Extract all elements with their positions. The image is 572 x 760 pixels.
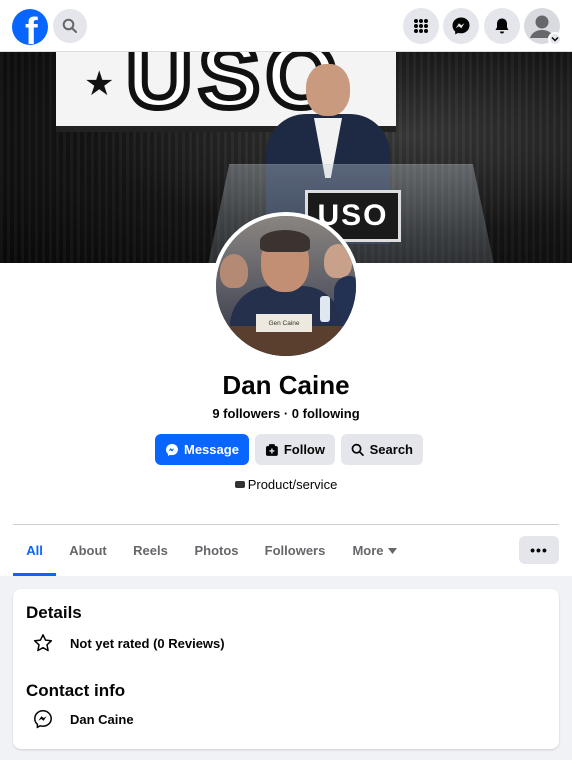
follow-icon [265,443,278,456]
avatar-bg-person [324,244,352,278]
page-category: Product/service [0,477,572,492]
notifications-button[interactable] [484,8,520,44]
rating-text: Not yet rated (0 Reviews) [70,635,225,651]
top-navigation-bar: f [0,0,572,52]
tab-followers-label: Followers [264,543,326,558]
avatar-bottle [320,296,330,322]
avatar-nameplate: Gen Caine [256,314,312,332]
speaker-head [306,64,350,116]
tab-all[interactable]: All [13,525,56,576]
tab-followers[interactable]: Followers [252,525,338,576]
contact-heading: Contact info [26,681,126,700]
tab-more[interactable]: More [338,525,411,576]
bell-icon [495,18,509,34]
message-button[interactable]: Message [155,434,249,465]
profile-actions: Message Follow Search [155,434,423,465]
search-icon [351,443,364,456]
tab-reels-label: Reels [133,543,168,558]
profile-picture[interactable]: Gen Caine [212,212,360,360]
messenger-contact-name: Dan Caine [70,711,134,727]
follow-button-label: Follow [283,442,325,457]
tab-all-label: All [26,543,43,558]
facebook-logo-icon[interactable]: f [12,9,48,45]
caret-down-icon [387,547,397,554]
follower-stats[interactable]: 9 followers · 0 following [0,406,572,421]
tab-reels[interactable]: Reels [120,525,181,576]
tab-photos[interactable]: Photos [181,525,252,576]
search-button-label: Search [369,442,413,457]
account-button[interactable] [524,8,562,46]
messenger-icon [166,443,178,456]
profile-search-button[interactable]: Search [341,434,423,465]
profile-tabs: All About Reels Photos Followers More [13,525,411,576]
details-heading: Details [26,603,82,622]
profile-name: Dan Caine [222,370,350,400]
tab-about-label: About [69,543,107,558]
avatar-hair [260,230,310,252]
search-button[interactable] [53,9,87,43]
facebook-logo-letter: f [25,11,38,45]
messenger-icon [33,709,53,729]
star-icon [33,633,53,653]
messenger-icon [452,17,470,35]
messenger-button[interactable] [443,8,479,44]
intro-card: Details Not yet rated (0 Reviews) Contac… [13,589,559,749]
menu-button[interactable] [403,8,439,44]
search-icon [62,18,77,33]
more-options-icon: ••• [530,542,548,558]
star-icon: ★ [84,65,115,103]
avatar-bg-person [220,254,248,288]
tab-photos-label: Photos [194,543,239,558]
rating-row: Not yet rated (0 Reviews) [33,633,225,653]
category-icon [234,481,245,488]
tab-more-label: More [352,543,384,558]
more-options-button[interactable]: ••• [519,536,559,564]
menu-grid-icon [414,19,428,33]
tab-about[interactable]: About [56,525,120,576]
category-label: Product/service [247,477,338,492]
follow-button[interactable]: Follow [255,434,335,465]
message-button-label: Message [184,442,239,457]
chevron-down-icon [548,32,562,46]
messenger-contact-row[interactable]: Dan Caine [33,709,134,729]
